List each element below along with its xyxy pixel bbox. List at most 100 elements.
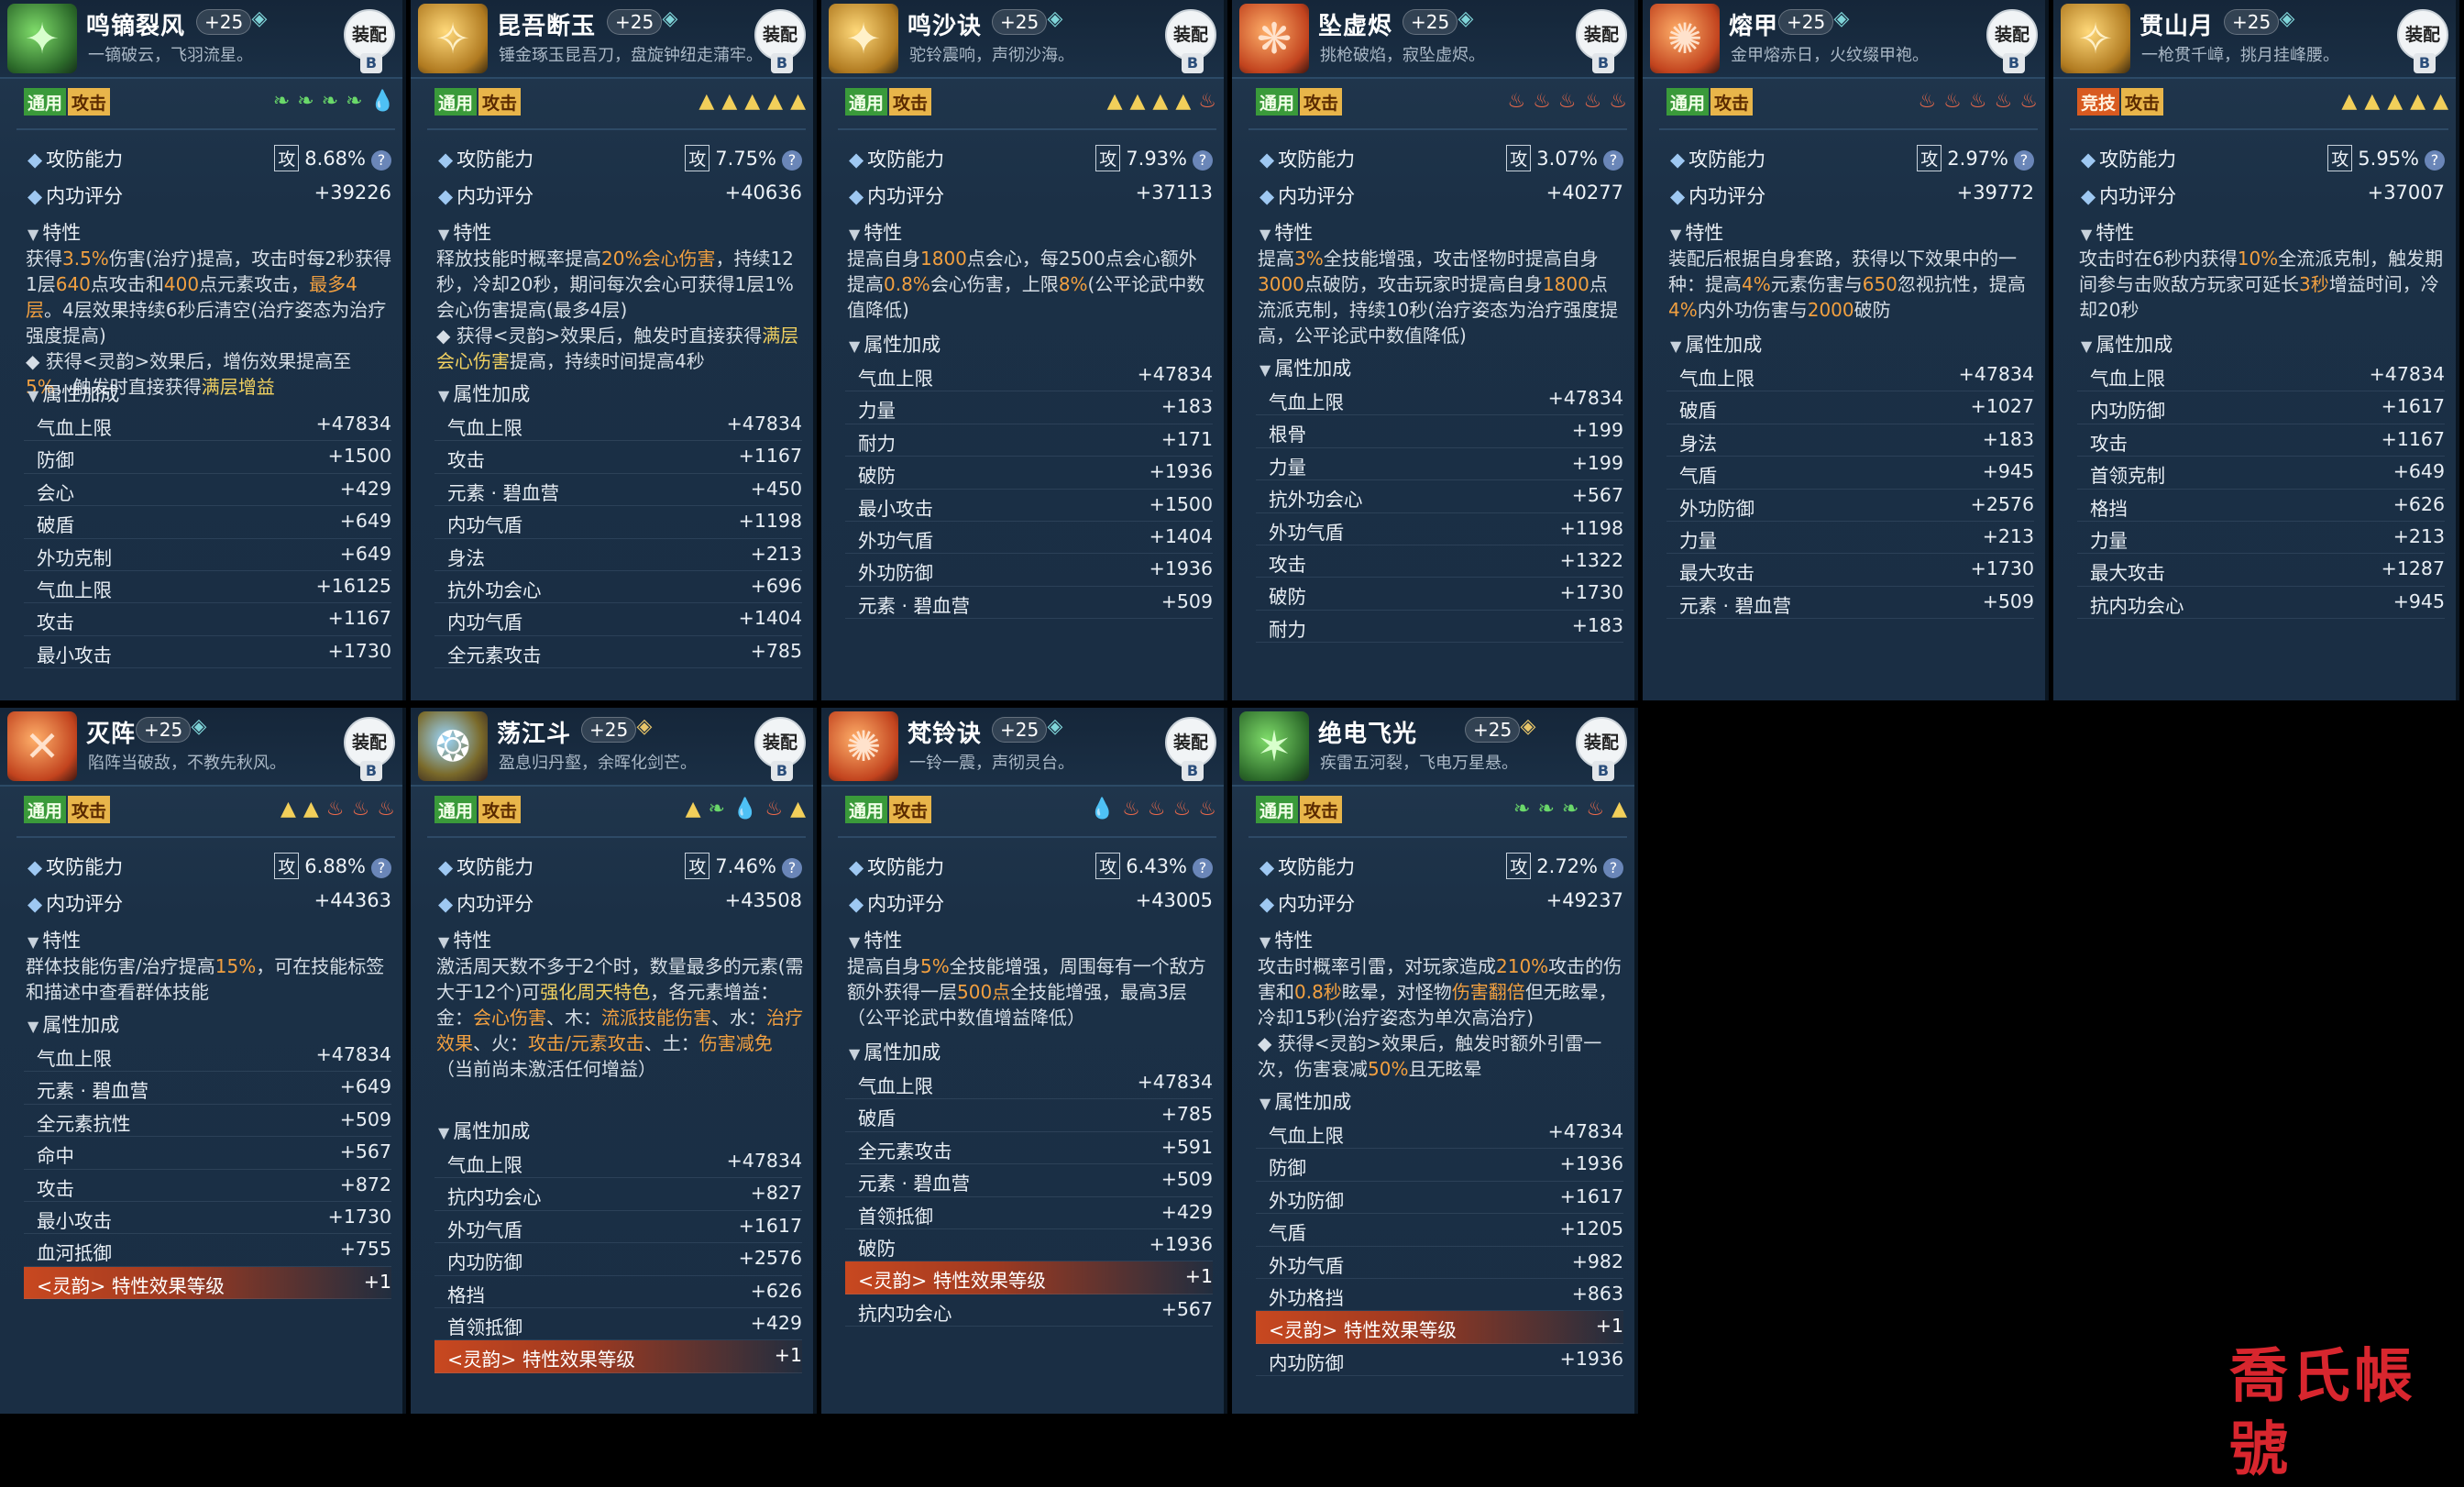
attr-section-header[interactable]: ▼ 属性加成: [849, 330, 940, 358]
item-title: 鸣镝裂风: [86, 13, 186, 40]
quality-gem-icon: ◈: [2279, 7, 2295, 30]
attr-section-header[interactable]: ▼ 属性加成: [438, 380, 530, 407]
attribute-name: 力量: [1269, 456, 1306, 479]
item-icon: ✦: [7, 4, 77, 73]
attribute-list: 气血上限 +47834 内功防御 +1617 攻击 +1167 首领克制 +649 格挡 +626…: [2077, 359, 2445, 620]
attribute-name: 最大攻击: [1679, 562, 1754, 585]
attribute-row: 耐力 +183: [1256, 611, 1623, 644]
atkdef-value: 攻 2.97%?: [1917, 145, 2034, 171]
help-icon[interactable]: ?: [1603, 858, 1623, 878]
attribute-name: 全元素攻击: [858, 1140, 952, 1162]
attr-section-header[interactable]: ▼ 属性加成: [28, 380, 119, 407]
help-icon[interactable]: ?: [2425, 150, 2445, 171]
attr-section-header[interactable]: ▼ 属性加成: [1260, 1087, 1351, 1115]
atkdef-label: 攻防能力: [1688, 149, 1766, 171]
attr-section-header[interactable]: ▼ 属性加成: [28, 1010, 119, 1038]
chevron-down-icon: ▼: [2081, 337, 2093, 355]
trait-section-header[interactable]: ▼ 特性: [849, 218, 902, 246]
divider: [1248, 128, 1627, 130]
attr-section-header[interactable]: ▼ 属性加成: [1670, 330, 1762, 358]
attr-section-header[interactable]: ▼ 属性加成: [849, 1038, 940, 1065]
attribute-row: 力量 +213: [1666, 522, 2034, 555]
trait-label: 特性: [1274, 930, 1314, 952]
attr-section-header[interactable]: ▼ 属性加成: [2081, 330, 2172, 358]
attribute-value: +199: [1571, 451, 1623, 474]
attribute-name: 元素 · 碧血营: [447, 481, 560, 504]
attribute-value: +429: [339, 477, 391, 500]
green-element-icon: ❧: [297, 90, 314, 113]
quality-gem-icon: ◈: [191, 715, 207, 738]
attribute-row: 全元素抗性 +509: [24, 1105, 391, 1138]
gold-element-icon: ▲: [790, 798, 806, 821]
help-icon[interactable]: ?: [1193, 858, 1213, 878]
help-icon[interactable]: ?: [371, 858, 391, 878]
trait-section-header[interactable]: ▼ 特性: [2081, 218, 2134, 246]
attribute-row: 抗内功会心 +827: [434, 1178, 802, 1211]
attribute-row: 最大攻击 +1730: [1666, 554, 2034, 587]
item-title: 绝电飞光: [1318, 721, 1418, 748]
divider: [1248, 836, 1627, 838]
quality-gem-icon: ◈: [636, 715, 653, 738]
attribute-name: 气盾: [1679, 465, 1717, 488]
attr-section-header[interactable]: ▼ 属性加成: [438, 1117, 530, 1144]
help-icon[interactable]: ?: [371, 150, 391, 171]
equipment-card: ✦ 鸣沙诀 +25 ◈ 驼铃震响，声彻沙海。 装配 B 通用 攻击 ▲ ▲ ▲ ▲ ♨ ◆ 攻防能力攻 7.93…: [821, 0, 1227, 700]
attribute-row: 抗内功会心 +567: [845, 1294, 1213, 1327]
atk-percent: 2.97%: [1947, 148, 2008, 170]
attribute-value: +863: [1571, 1282, 1623, 1305]
attr-section-header[interactable]: ▼ 属性加成: [1260, 354, 1351, 381]
attribute-value: +183: [1160, 395, 1213, 418]
trait-section-header[interactable]: ▼ 特性: [438, 218, 491, 246]
attribute-row: 全元素攻击 +591: [845, 1132, 1213, 1165]
attribute-row: 血河抵御 +755: [24, 1234, 391, 1267]
attribute-row: 元素 · 碧血营 +509: [845, 587, 1213, 620]
trait-section-header[interactable]: ▼ 特性: [1260, 218, 1313, 246]
attribute-value: +1404: [1149, 524, 1213, 547]
inner-score-value: +43508: [724, 889, 802, 911]
red-element-icon: ♨: [2019, 90, 2038, 113]
red-element-icon: ♨: [1198, 798, 1216, 821]
item-subtitle: 锤金琢玉昆吾刀，盘旋钟纽走蒲牢。: [499, 46, 763, 65]
equip-slot-badge: B: [771, 53, 793, 73]
attribute-row: 身法 +183: [1666, 424, 2034, 457]
green-element-icon: ❧: [321, 90, 339, 113]
attack-badge: 攻: [685, 853, 710, 879]
attribute-name: 防御: [37, 449, 74, 472]
gold-element-icon: ▲: [1129, 90, 1146, 113]
trait-section-header[interactable]: ▼ 特性: [28, 926, 81, 953]
red-element-icon: ♨: [1918, 90, 1937, 113]
tag-common: 通用: [434, 796, 478, 823]
ling-effect-row: <灵韵> 特性效果等级 +1: [434, 1340, 802, 1373]
attribute-name: 气血上限: [447, 1154, 522, 1176]
atkdef-label: 攻防能力: [867, 149, 945, 171]
tag-attack: 攻击: [478, 88, 522, 116]
attribute-row: 抗外功会心 +567: [1256, 480, 1623, 513]
quality-gem-icon: ◈: [662, 7, 678, 30]
gold-element-icon: ▲: [302, 798, 319, 821]
red-element-icon: ♨: [1507, 90, 1526, 113]
attribute-row: 外功气盾 +1404: [845, 522, 1213, 555]
atk-percent: 6.88%: [304, 855, 366, 877]
blue-element-icon: 💧: [1089, 798, 1116, 821]
trait-section-header[interactable]: ▼ 特性: [849, 926, 902, 953]
attribute-row: 最大攻击 +1287: [2077, 554, 2445, 587]
trait-section-header[interactable]: ▼ 特性: [1670, 218, 1723, 246]
attribute-row: 气血上限 +47834: [1256, 383, 1623, 416]
attribute-name: 首领抵御: [858, 1205, 933, 1228]
trait-section-header[interactable]: ▼ 特性: [28, 218, 81, 246]
help-icon[interactable]: ?: [1193, 150, 1213, 171]
attribute-value: +1: [1595, 1315, 1623, 1338]
inner-score-label: 内功评分: [867, 185, 945, 207]
item-subtitle: 盈息归丹壑，余晖化剑芒。: [499, 754, 697, 773]
element-icons: ▲ ▲ ▲ ▲ ▲: [2341, 90, 2448, 113]
help-icon[interactable]: ?: [2014, 150, 2034, 171]
tag-row: 通用 攻击: [1256, 88, 1343, 116]
diamond-icon: ◆: [28, 185, 43, 207]
trait-section-header[interactable]: ▼ 特性: [438, 926, 491, 953]
attribute-name: 破盾: [858, 1107, 896, 1130]
help-icon[interactable]: ?: [782, 150, 802, 171]
help-icon[interactable]: ?: [1603, 150, 1623, 171]
help-icon[interactable]: ?: [782, 858, 802, 878]
attribute-value: +872: [339, 1173, 391, 1195]
trait-section-header[interactable]: ▼ 特性: [1260, 926, 1313, 953]
